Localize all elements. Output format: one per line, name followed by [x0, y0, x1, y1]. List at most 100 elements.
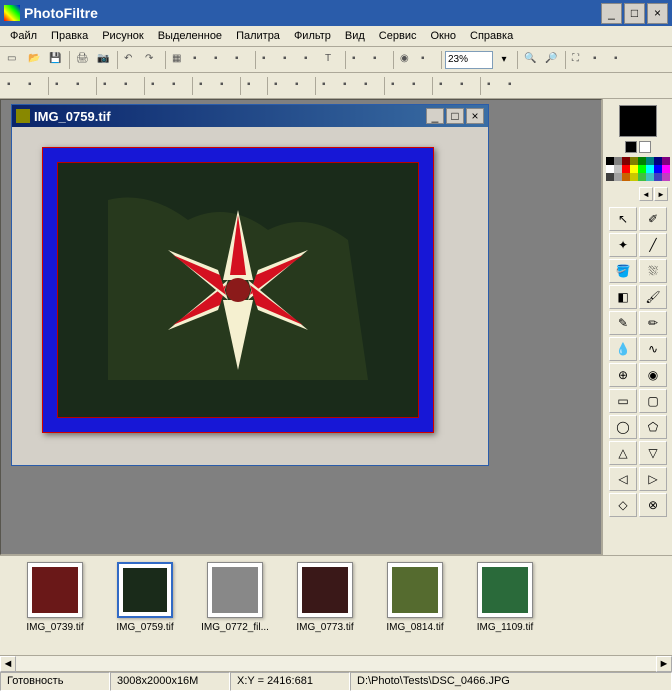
blur-button[interactable]: ▪: [292, 76, 312, 96]
menu-item-2[interactable]: Рисунок: [96, 28, 150, 44]
swatch-12[interactable]: [638, 165, 646, 173]
tool-rect[interactable]: ▭: [609, 389, 637, 413]
maximize-button[interactable]: □: [624, 3, 645, 24]
tool-bucket[interactable]: 🪣: [609, 259, 637, 283]
tool-smudge[interactable]: ∿: [639, 337, 667, 361]
swatch-22[interactable]: [654, 173, 662, 181]
swatch-6[interactable]: [654, 157, 662, 165]
zoom-dropdown[interactable]: ▾: [494, 50, 514, 70]
tool-pointer[interactable]: ↖: [609, 207, 637, 231]
tool-eraser[interactable]: ◧: [609, 285, 637, 309]
tool-poly[interactable]: ⬠: [639, 415, 667, 439]
thumb-image[interactable]: [387, 562, 443, 618]
thumb-item-3[interactable]: IMG_0773.tif: [290, 562, 360, 649]
adjust-button[interactable]: ▪: [349, 50, 369, 70]
sat+-button[interactable]: ▪: [217, 76, 237, 96]
adj3-button[interactable]: ▪: [361, 76, 381, 96]
palette2-button[interactable]: ▪: [211, 50, 231, 70]
doc-minimize-button[interactable]: _: [426, 108, 444, 124]
swatch-3[interactable]: [630, 157, 638, 165]
fx-button[interactable]: ▪: [505, 76, 525, 96]
swatch-15[interactable]: [662, 165, 670, 173]
zoom-input[interactable]: [445, 51, 493, 69]
swatch-13[interactable]: [646, 165, 654, 173]
color-white[interactable]: [639, 141, 651, 153]
tool-eyedropper[interactable]: ✐: [639, 207, 667, 231]
sharpen-button[interactable]: ▪: [271, 76, 291, 96]
tool-ellipse[interactable]: ◯: [609, 415, 637, 439]
new-button[interactable]: ▭: [4, 50, 24, 70]
tool-stamp[interactable]: ◉: [639, 363, 667, 387]
palette-prev-button[interactable]: ◄: [639, 187, 653, 201]
zoomin-button[interactable]: 🔍: [521, 50, 541, 70]
swatch-10[interactable]: [622, 165, 630, 173]
document-window[interactable]: IMG_0759.tif _ □ ×: [11, 104, 489, 466]
auto2-button[interactable]: ▪: [25, 76, 45, 96]
swatch-11[interactable]: [630, 165, 638, 173]
sat--button[interactable]: ▪: [196, 76, 216, 96]
thumb-image[interactable]: [27, 562, 83, 618]
swatch-9[interactable]: [614, 165, 622, 173]
text-button[interactable]: T: [322, 50, 342, 70]
tool-spray[interactable]: ⛆: [639, 259, 667, 283]
swatch-19[interactable]: [630, 173, 638, 181]
scroll-left-button[interactable]: ◄: [0, 656, 16, 672]
thumb-image[interactable]: [477, 562, 533, 618]
swatch-0[interactable]: [606, 157, 614, 165]
i-icon-button[interactable]: ▪: [280, 50, 300, 70]
tool-roundrect[interactable]: ▢: [639, 389, 667, 413]
adj1-button[interactable]: ▪: [319, 76, 339, 96]
tool-tri-down[interactable]: ▽: [639, 441, 667, 465]
menu-item-3[interactable]: Выделенное: [152, 28, 228, 44]
swatch-5[interactable]: [646, 157, 654, 165]
menu-item-6[interactable]: Вид: [339, 28, 371, 44]
color-button[interactable]: ◉: [397, 50, 417, 70]
thumb-image[interactable]: [297, 562, 353, 618]
color-black[interactable]: [625, 141, 637, 153]
contrast+-button[interactable]: ▪: [121, 76, 141, 96]
tool-pencil[interactable]: ✎: [609, 311, 637, 335]
swatch-17[interactable]: [614, 173, 622, 181]
menu-item-1[interactable]: Правка: [45, 28, 94, 44]
swatch-16[interactable]: [606, 173, 614, 181]
menu-item-7[interactable]: Сервис: [373, 28, 423, 44]
full-button[interactable]: ⛶: [569, 50, 589, 70]
thumb-image[interactable]: [207, 562, 263, 618]
auto1-button[interactable]: ▪: [4, 76, 24, 96]
undo-button[interactable]: ↶: [121, 50, 141, 70]
doc-maximize-button[interactable]: □: [446, 108, 464, 124]
adj2-button[interactable]: ▪: [340, 76, 360, 96]
save-button[interactable]: 💾: [46, 50, 66, 70]
swatch-21[interactable]: [646, 173, 654, 181]
menu-item-9[interactable]: Справка: [464, 28, 519, 44]
tool-brush[interactable]: 🖌: [639, 285, 667, 309]
menu-item-5[interactable]: Фильтр: [288, 28, 337, 44]
tool-clone[interactable]: ⊕: [609, 363, 637, 387]
menu-item-8[interactable]: Окно: [424, 28, 462, 44]
var2-button[interactable]: ▪: [409, 76, 429, 96]
tool-tri-right[interactable]: ▷: [639, 467, 667, 491]
redo-button[interactable]: ↷: [142, 50, 162, 70]
thumb-image[interactable]: [117, 562, 173, 618]
swatch-23[interactable]: [662, 173, 670, 181]
gamma+-button[interactable]: ▪: [169, 76, 189, 96]
open-button[interactable]: 📂: [25, 50, 45, 70]
tool-wand[interactable]: ✦: [609, 233, 637, 257]
a-icon-button[interactable]: ▪: [259, 50, 279, 70]
palette1-button[interactable]: ▪: [190, 50, 210, 70]
swatch-4[interactable]: [638, 157, 646, 165]
gamma--button[interactable]: ▪: [148, 76, 168, 96]
tool-tri-up[interactable]: △: [609, 441, 637, 465]
tool-drop[interactable]: 💧: [609, 337, 637, 361]
swatch-14[interactable]: [654, 165, 662, 173]
select-button[interactable]: ▪: [301, 50, 321, 70]
close-button[interactable]: ×: [647, 3, 668, 24]
thumb-item-4[interactable]: IMG_0814.tif: [380, 562, 450, 649]
thumb-item-0[interactable]: IMG_0739.tif: [20, 562, 90, 649]
var1-button[interactable]: ▪: [388, 76, 408, 96]
thumb-item-5[interactable]: IMG_1109.tif: [470, 562, 540, 649]
fit-button[interactable]: ▪: [611, 50, 631, 70]
image-canvas[interactable]: [57, 162, 419, 418]
scroll-right-button[interactable]: ►: [656, 656, 672, 672]
grad1-button[interactable]: ▪: [436, 76, 456, 96]
